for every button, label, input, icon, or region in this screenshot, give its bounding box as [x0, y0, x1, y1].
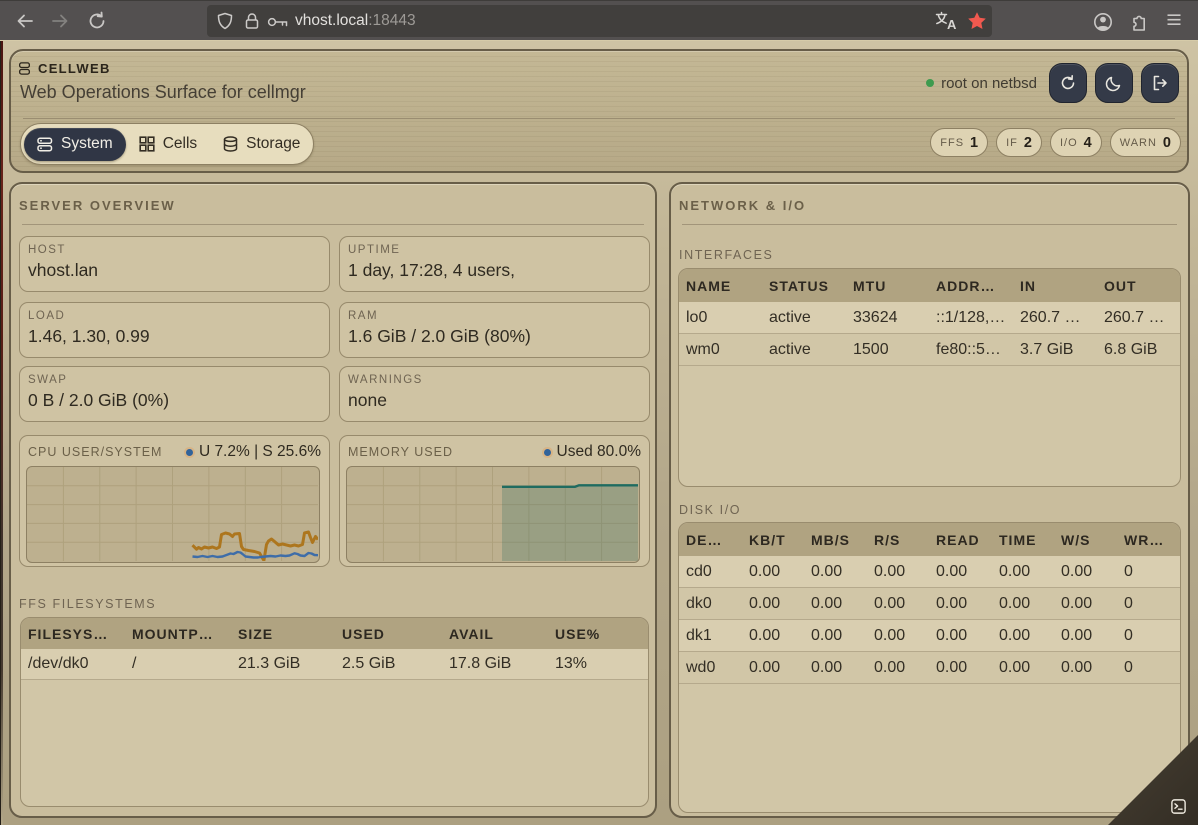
svg-text:A: A — [947, 17, 957, 31]
